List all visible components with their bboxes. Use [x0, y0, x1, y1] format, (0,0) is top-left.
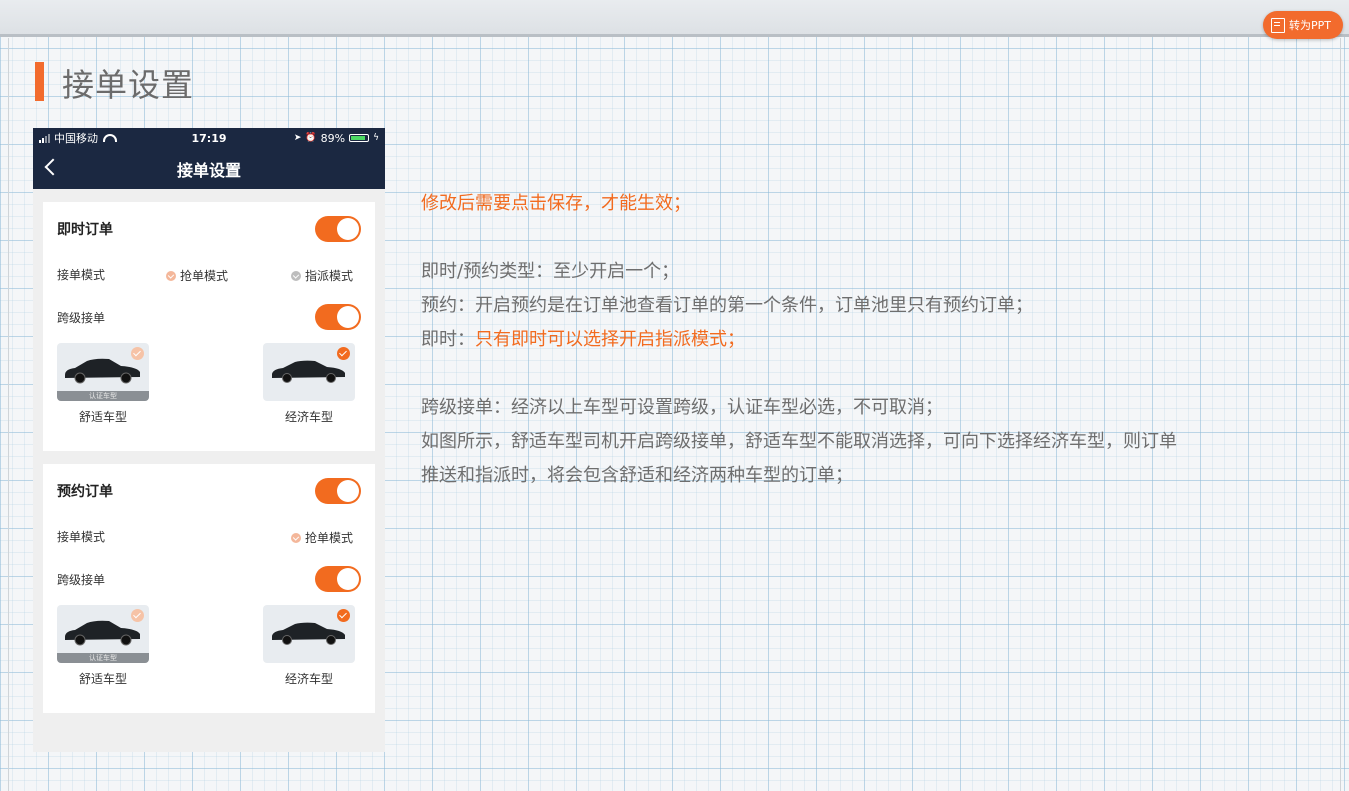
instant-economy-car-label: 经济车型 — [284, 410, 333, 424]
instant-mode-label: 接单模式 — [57, 267, 106, 282]
dispatch-mode-label: 指派模式 — [305, 269, 354, 283]
instant-order-title: 即时订单 — [57, 222, 113, 238]
ppt-icon — [1271, 17, 1285, 33]
checked-icon — [131, 347, 144, 360]
reservation-order-toggle[interactable] — [315, 478, 361, 504]
note-reservation: 预约：开启预约是在订单池查看订单的第一个条件，订单池里只有预约订单； — [421, 295, 1033, 316]
note-type-requirement: 即时/预约类型：至少开启一个； — [421, 261, 680, 282]
certified-tag: 认证车型 — [57, 653, 149, 663]
note-cross-level: 跨级接单：经济以上车型可设置跨级，认证车型必选，不可取消； — [421, 397, 943, 418]
instant-economy-car-option[interactable] — [263, 343, 355, 401]
instant-grab-mode-option[interactable]: 抢单模式 — [166, 267, 228, 284]
notes-block: 修改后需要点击保存，才能生效； 即时/预约类型：至少开启一个； 预约：开启预约是… — [421, 187, 1311, 493]
radio-unchecked-icon — [291, 270, 301, 281]
convert-to-ppt-label: 转为PPT — [1289, 19, 1331, 32]
instant-comfort-car-option[interactable]: 认证车型 — [57, 343, 149, 401]
instant-cross-level-label: 跨级接单 — [57, 310, 106, 325]
reservation-economy-car-option[interactable] — [263, 605, 355, 663]
title-accent-bar — [35, 62, 44, 101]
convert-to-ppt-button[interactable]: 转为PPT — [1263, 11, 1343, 39]
reservation-order-title: 预约订单 — [57, 484, 113, 500]
car-icon — [272, 360, 345, 383]
reservation-order-card: 预约订单 接单模式 抢单模式 跨级接单 认证车型 舒适车型 经济车型 — [43, 464, 375, 713]
battery-icon — [349, 134, 370, 142]
reservation-grab-mode-option[interactable]: 抢单模式 — [291, 529, 353, 546]
reservation-comfort-car-option[interactable]: 认证车型 — [57, 605, 149, 663]
checked-icon — [337, 347, 350, 360]
radio-checked-icon — [291, 532, 301, 543]
note-save-required: 修改后需要点击保存，才能生效； — [421, 193, 691, 214]
instant-comfort-car-label: 舒适车型 — [78, 410, 127, 424]
instant-order-toggle[interactable] — [315, 216, 361, 242]
note-instant: 即时：只有即时可以选择开启指派模式； — [421, 323, 1311, 357]
car-icon — [65, 358, 140, 384]
nav-bar: 接单设置 — [33, 148, 385, 189]
status-time: 17:19 — [191, 131, 227, 145]
car-icon — [65, 620, 140, 646]
reservation-cross-level-label: 跨级接单 — [57, 572, 106, 587]
note-example-2: 推送和指派时，将会包含舒适和经济两种车型的订单； — [421, 465, 853, 486]
note-instant-prefix: 即时： — [421, 329, 475, 350]
phone-screenshot: 中国移动 17:19 ➤ ⏰ 89% ϟ 接单设置 即时订单 接单模式 抢单模式… — [33, 128, 385, 752]
back-chevron-icon[interactable] — [44, 158, 62, 176]
reservation-economy-car-label: 经济车型 — [284, 672, 333, 686]
car-icon — [272, 622, 345, 645]
grab-mode-label: 抢单模式 — [180, 269, 229, 283]
grab-mode-label: 抢单模式 — [305, 531, 354, 545]
top-toolbar — [0, 0, 1349, 37]
instant-order-card: 即时订单 接单模式 抢单模式 指派模式 跨级接单 认证车型 舒适车型 经济车型 — [43, 202, 375, 451]
radio-checked-icon — [166, 270, 176, 281]
note-instant-highlight: 只有即时可以选择开启指派模式； — [475, 329, 745, 350]
status-bar: 中国移动 17:19 ➤ ⏰ 89% ϟ — [33, 128, 385, 148]
instant-dispatch-mode-option[interactable]: 指派模式 — [291, 267, 353, 284]
reservation-mode-label: 接单模式 — [57, 529, 106, 544]
instant-cross-level-toggle[interactable] — [315, 304, 361, 330]
reservation-cross-level-toggle[interactable] — [315, 566, 361, 592]
nav-title: 接单设置 — [176, 160, 241, 180]
checked-icon — [337, 609, 350, 622]
certified-tag: 认证车型 — [57, 391, 149, 401]
slide-title: 接单设置 — [62, 66, 195, 104]
reservation-comfort-car-label: 舒适车型 — [78, 672, 127, 686]
checked-icon — [131, 609, 144, 622]
note-example-1: 如图所示，舒适车型司机开启跨级接单，舒适车型不能取消选择，可向下选择经济车型，则… — [421, 431, 1177, 452]
